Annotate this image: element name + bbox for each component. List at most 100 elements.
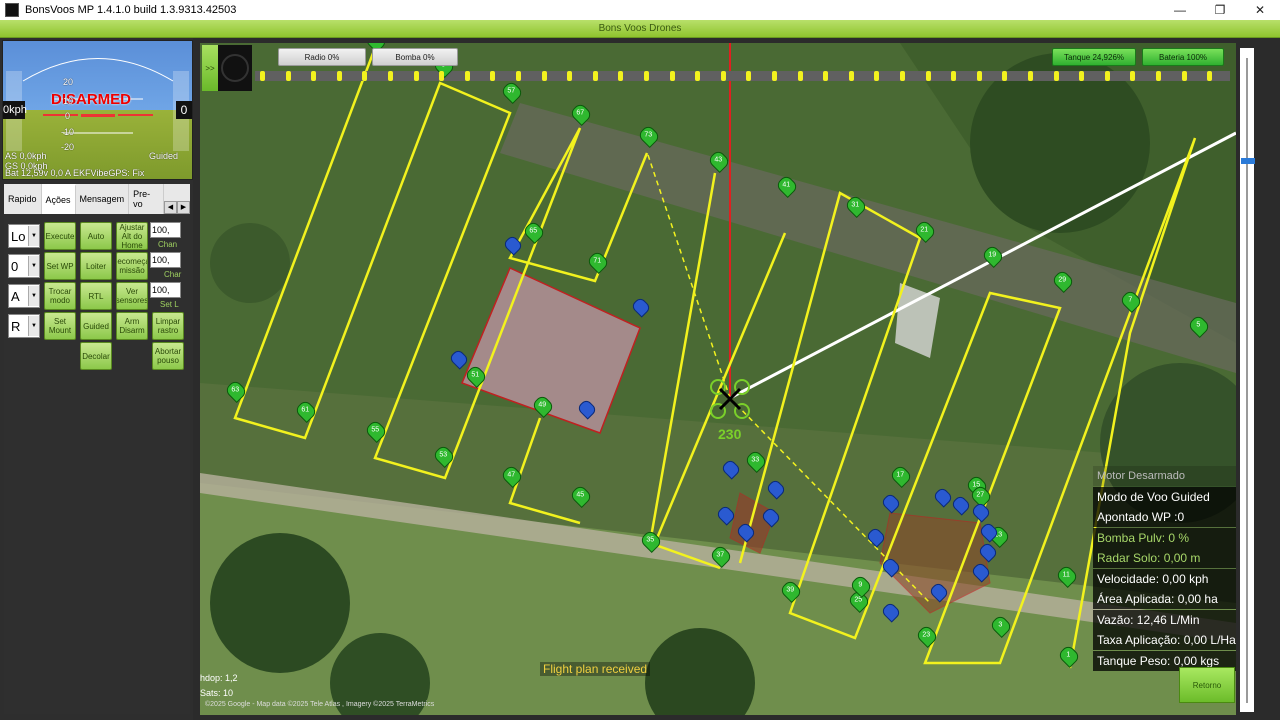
rtl-button[interactable]: RTL bbox=[80, 282, 112, 310]
channel-value-input[interactable]: 100, bbox=[150, 252, 181, 268]
waypoint-label: 63 bbox=[231, 386, 240, 394]
drone-icon[interactable] bbox=[700, 370, 760, 430]
waypoint-label: 19 bbox=[988, 251, 997, 259]
chevron-down-icon: ▼ bbox=[28, 286, 39, 306]
progress-dot bbox=[592, 71, 598, 81]
tab-rapido[interactable]: Rapido bbox=[4, 184, 42, 214]
hud-scale-label: 0 bbox=[65, 111, 71, 121]
applied-area: Área Aplicada: 0,00 ha bbox=[1093, 589, 1236, 609]
set-wp-button[interactable]: Set WP bbox=[44, 252, 76, 280]
tab-scroll-left-icon[interactable]: ◀ bbox=[164, 201, 177, 214]
execute-button[interactable]: Execute bbox=[44, 222, 76, 250]
guided-button[interactable]: Guided bbox=[80, 312, 112, 340]
auto-button[interactable]: Auto bbox=[80, 222, 112, 250]
return-button[interactable]: Retorno bbox=[1179, 667, 1235, 703]
waypoint-label: 9 bbox=[858, 581, 863, 589]
waypoint-label: 43 bbox=[714, 156, 723, 164]
pump-spray: Bomba Pulv: 0 % bbox=[1093, 527, 1236, 548]
speed: Velocidade: 0,00 kph bbox=[1093, 568, 1236, 589]
change-mode-button[interactable]: Trocar modo bbox=[44, 282, 76, 310]
waypoint-label: 55 bbox=[371, 426, 380, 434]
waypoint-label: 65 bbox=[529, 227, 538, 235]
view-sensors-button[interactable]: Ver sensores bbox=[116, 282, 148, 310]
flow-rate: Vazão: 12,46 L/Min bbox=[1093, 609, 1236, 630]
altitude-readout: 0 bbox=[176, 101, 192, 119]
waypoint-label: 11 bbox=[1062, 571, 1070, 579]
hud-scale-label: 20 bbox=[63, 77, 74, 87]
waypoint-label: 37 bbox=[716, 551, 725, 559]
map-view[interactable]: 6557677343413121192975657163615553514947… bbox=[200, 43, 1236, 715]
action-tabs: Rapido Ações Mensagem Pre-vo ◀ ▶ bbox=[4, 184, 190, 214]
ground-radar: Radar Solo: 0,00 m bbox=[1093, 548, 1236, 568]
set-mount-button[interactable]: Set Mount bbox=[44, 312, 76, 340]
minimize-icon[interactable]: — bbox=[1160, 0, 1200, 20]
waypoint-label: 51 bbox=[471, 371, 480, 379]
channel-value-input[interactable]: 100, bbox=[150, 222, 181, 238]
expand-panel-button[interactable]: >> bbox=[202, 45, 218, 91]
clear-track-button[interactable]: Limpar rastro bbox=[152, 312, 184, 340]
maximize-icon[interactable]: ❐ bbox=[1200, 0, 1240, 20]
zoom-scrollbar[interactable] bbox=[1240, 48, 1255, 712]
zoom-thumb[interactable] bbox=[1241, 158, 1255, 164]
application-rate: Taxa Aplicação: 0,00 L/Ha bbox=[1093, 630, 1236, 650]
progress-dot bbox=[439, 71, 445, 81]
hud-scale-label: -20 bbox=[61, 142, 75, 152]
tab-pre-voo[interactable]: Pre-vo bbox=[129, 184, 164, 214]
window-titlebar: BonsVoos MP 1.4.1.0 build 1.3.9313.42503… bbox=[0, 0, 1280, 20]
battery-status-line: Bat 12,59v 0,0 A EKFVibeGPS: Fix bbox=[5, 168, 145, 178]
waypoint-label: 3 bbox=[998, 621, 1003, 629]
progress-dot bbox=[797, 71, 803, 81]
altitude-value-input[interactable]: 100, bbox=[150, 282, 181, 298]
progress-dot bbox=[1181, 71, 1187, 81]
progress-dot bbox=[644, 71, 649, 81]
chevron-down-icon: ▼ bbox=[28, 256, 39, 276]
channel-label: Char bbox=[164, 270, 182, 279]
progress-dot bbox=[900, 71, 905, 81]
tab-scroll-right-icon[interactable]: ▶ bbox=[177, 201, 190, 214]
tab-scroll: ◀ ▶ bbox=[164, 184, 190, 214]
waypoint-label: 21 bbox=[920, 226, 929, 234]
progress-dot bbox=[951, 71, 957, 81]
progress-dot bbox=[516, 71, 521, 81]
mode-combo[interactable]: A ▼ bbox=[8, 284, 40, 308]
hud-scale-label: -10 bbox=[61, 127, 75, 137]
progress-dot bbox=[490, 71, 496, 81]
target-waypoint: Apontado WP :0 bbox=[1093, 507, 1236, 527]
window-title: BonsVoos MP 1.4.1.0 build 1.3.9313.42503 bbox=[25, 4, 237, 16]
progress-dot bbox=[1079, 71, 1085, 81]
waypoint-label: 71 bbox=[593, 257, 602, 265]
zoom-track bbox=[1246, 58, 1248, 703]
set-altitude-label: Set L bbox=[160, 300, 179, 309]
waypoint-label: 35 bbox=[646, 536, 655, 544]
channel-label: Chan bbox=[158, 240, 178, 249]
arm-disarm-button[interactable]: Arm Disarm bbox=[116, 312, 148, 340]
waypoint-combo[interactable]: 0 ▼ bbox=[8, 254, 40, 278]
progress-dot bbox=[1002, 71, 1008, 81]
waypoint-label: 23 bbox=[922, 631, 931, 639]
waypoint-label: 73 bbox=[644, 131, 653, 139]
mount-combo[interactable]: R ▼ bbox=[8, 314, 40, 338]
chevron-down-icon: ▼ bbox=[28, 316, 39, 336]
tab-mensagem[interactable]: Mensagem bbox=[76, 184, 130, 214]
tab-acoes[interactable]: Ações bbox=[41, 184, 76, 214]
waypoint-label: 57 bbox=[507, 87, 516, 95]
progress-dot bbox=[695, 71, 701, 81]
horizon-marker bbox=[81, 114, 115, 117]
waypoint-label: 33 bbox=[751, 456, 760, 464]
restart-mission-button[interactable]: Recomeçar missão bbox=[116, 252, 148, 280]
progress-dot bbox=[1156, 71, 1161, 81]
waypoint-label: 41 bbox=[782, 181, 791, 189]
motor-status: Motor Desarmado bbox=[1093, 466, 1236, 486]
progress-dot bbox=[464, 71, 470, 81]
abort-landing-button[interactable]: Abortar pouso bbox=[152, 342, 184, 370]
tank-status: Tanque 24,926% bbox=[1052, 48, 1136, 66]
loiter-button[interactable]: Loiter bbox=[80, 252, 112, 280]
airspeed-label: AS 0,0kph bbox=[5, 151, 47, 161]
waypoint-label: 31 bbox=[851, 201, 860, 209]
set-home-alt-button[interactable]: Ajustar Alt do Home bbox=[116, 222, 148, 250]
command-combo[interactable]: Lo ▼ bbox=[8, 224, 40, 248]
takeoff-button[interactable]: Decolar bbox=[80, 342, 112, 370]
close-icon[interactable]: ✕ bbox=[1240, 0, 1280, 20]
progress-dot bbox=[260, 71, 265, 81]
waypoint-label: 39 bbox=[786, 586, 795, 594]
